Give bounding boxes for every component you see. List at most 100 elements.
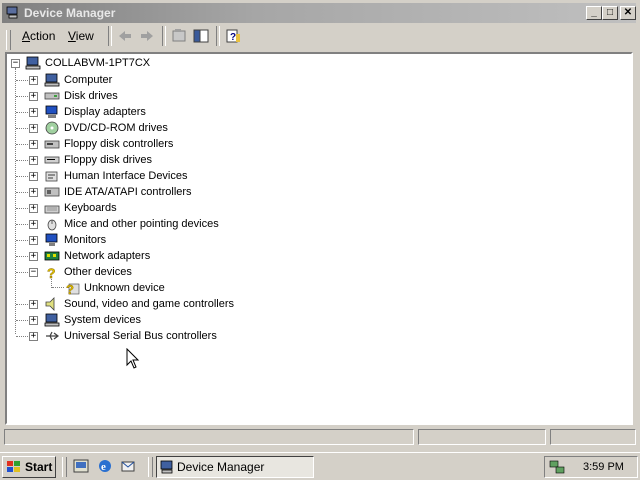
device-manager-window: Device Manager _ □ ✕ Action View ? − COL… — [0, 0, 640, 452]
expand-toggle[interactable]: + — [29, 204, 38, 213]
internet-explorer-icon[interactable]: e — [97, 458, 113, 474]
expand-toggle[interactable]: + — [29, 300, 38, 309]
display-adapter-icon — [45, 105, 58, 118]
taskbar: Start e Device Manager 3:59 PM — [0, 452, 640, 480]
tree-row[interactable]: + Disk drives — [7, 88, 631, 104]
taskbar-button-label: Device Manager — [177, 460, 265, 474]
start-button[interactable]: Start — [2, 456, 56, 478]
tree-row[interactable]: + Keyboards — [7, 200, 631, 216]
tree-row[interactable]: + Network adapters — [7, 248, 631, 264]
expand-toggle[interactable]: + — [29, 76, 38, 85]
network-adapter-icon — [44, 251, 60, 261]
status-pane-main — [4, 429, 414, 445]
title-bar[interactable]: Device Manager _ □ ✕ — [2, 3, 636, 23]
clock[interactable]: 3:59 PM — [583, 461, 624, 473]
toolbar: Action View ? — [4, 26, 634, 50]
tree-item-label[interactable]: Floppy disk controllers — [64, 138, 173, 150]
device-manager-task-icon — [160, 460, 173, 474]
tree-item-label[interactable]: Sound, video and game controllers — [64, 298, 234, 310]
tree-connector — [16, 160, 28, 161]
tree-row[interactable]: + IDE ATA/ATAPI controllers — [7, 184, 631, 200]
toolbar-separator — [162, 26, 166, 46]
system-device-icon — [44, 313, 60, 327]
expand-toggle[interactable]: + — [29, 316, 38, 325]
tree-row[interactable]: + DVD/CD-ROM drives — [7, 120, 631, 136]
tree-connector — [16, 208, 28, 209]
tree-connector — [16, 240, 28, 241]
help-icon[interactable]: ? — [224, 28, 242, 44]
network-tray-icon[interactable] — [549, 460, 565, 474]
properties-icon[interactable] — [170, 28, 188, 44]
start-label: Start — [25, 460, 53, 474]
forward-arrow-icon[interactable] — [138, 28, 156, 44]
tree-row[interactable]: + Display adapters — [7, 104, 631, 120]
expand-toggle[interactable]: + — [29, 124, 38, 133]
tree-item-label[interactable]: Display adapters — [64, 106, 146, 118]
tree-child-row[interactable]: ? Unknown device — [7, 280, 631, 296]
tree-item-label[interactable]: Unknown device — [84, 282, 165, 294]
root-collapse-toggle[interactable]: − — [11, 59, 20, 68]
mouse-cursor-icon — [126, 348, 140, 369]
outlook-express-icon[interactable] — [120, 458, 136, 474]
mouse-icon — [47, 219, 57, 231]
window-title: Device Manager — [24, 6, 116, 20]
expand-toggle[interactable]: + — [29, 108, 38, 117]
close-button[interactable]: ✕ — [620, 6, 636, 20]
speaker-icon — [45, 297, 55, 311]
tree-item-label[interactable]: Human Interface Devices — [64, 170, 188, 182]
tree-row[interactable]: −? Other devices — [7, 264, 631, 280]
maximize-button[interactable]: □ — [602, 6, 618, 20]
tree-row[interactable]: + System devices — [7, 312, 631, 328]
tree-row[interactable]: + Human Interface Devices — [7, 168, 631, 184]
tree-item-label[interactable]: Network adapters — [64, 250, 150, 262]
tree-row[interactable]: + Floppy disk drives — [7, 152, 631, 168]
tree-row[interactable]: + Sound, video and game controllers — [7, 296, 631, 312]
expand-toggle[interactable]: + — [29, 140, 38, 149]
menu-action[interactable]: Action — [22, 29, 55, 43]
device-tree[interactable]: − COLLABVM-1PT7CX + Computer + Disk drives +… — [5, 52, 633, 425]
svg-text:?: ? — [230, 32, 236, 43]
tree-item-label[interactable]: Other devices — [64, 266, 132, 278]
unknown-device-icon: ? — [66, 282, 80, 295]
tree-row[interactable]: + Mice and other pointing devices — [7, 216, 631, 232]
svg-text:?: ? — [66, 282, 74, 295]
svg-text:?: ? — [47, 265, 56, 279]
tree-connector — [16, 192, 28, 193]
tree-item-label[interactable]: Disk drives — [64, 90, 118, 102]
expand-toggle[interactable]: + — [29, 236, 38, 245]
tree-row[interactable]: + Universal Serial Bus controllers — [7, 328, 631, 344]
tree-item-label[interactable]: Monitors — [64, 234, 106, 246]
expand-toggle[interactable]: + — [29, 172, 38, 181]
taskbar-grip[interactable] — [148, 457, 153, 477]
tree-item-label[interactable]: Universal Serial Bus controllers — [64, 330, 217, 342]
tree-item-label[interactable]: Mice and other pointing devices — [64, 218, 219, 230]
expand-toggle[interactable]: + — [29, 188, 38, 197]
expand-toggle[interactable]: + — [29, 252, 38, 261]
tree-root-label[interactable]: COLLABVM-1PT7CX — [45, 57, 150, 69]
collapse-toggle[interactable]: − — [29, 268, 38, 277]
quicklaunch-grip[interactable] — [62, 457, 67, 477]
tree-row[interactable]: + Monitors — [7, 232, 631, 248]
taskbar-button-device-manager[interactable]: Device Manager — [156, 456, 314, 478]
tree-item-label[interactable]: IDE ATA/ATAPI controllers — [64, 186, 192, 198]
tree-row[interactable]: + Computer — [7, 72, 631, 88]
expand-toggle[interactable]: + — [29, 156, 38, 165]
back-arrow-icon[interactable] — [116, 28, 134, 44]
show-desktop-icon[interactable] — [73, 458, 89, 474]
tree-connector — [16, 96, 28, 97]
tree-item-label[interactable]: Floppy disk drives — [64, 154, 152, 166]
tree-item-label[interactable]: DVD/CD-ROM drives — [64, 122, 168, 134]
expand-toggle[interactable]: + — [29, 220, 38, 229]
tree-connector — [16, 256, 28, 257]
tree-connector — [16, 176, 28, 177]
expand-toggle[interactable]: + — [29, 92, 38, 101]
tree-item-label[interactable]: System devices — [64, 314, 141, 326]
menu-view[interactable]: View — [68, 29, 94, 43]
tree-item-label[interactable]: Keyboards — [64, 202, 117, 214]
tree-item-label[interactable]: Computer — [64, 74, 112, 86]
tree-row[interactable]: + Floppy disk controllers — [7, 136, 631, 152]
show-hide-tree-icon[interactable] — [192, 28, 210, 44]
minimize-button[interactable]: _ — [586, 6, 602, 20]
expand-toggle[interactable]: + — [29, 332, 38, 341]
toolbar-grip[interactable] — [6, 30, 11, 50]
